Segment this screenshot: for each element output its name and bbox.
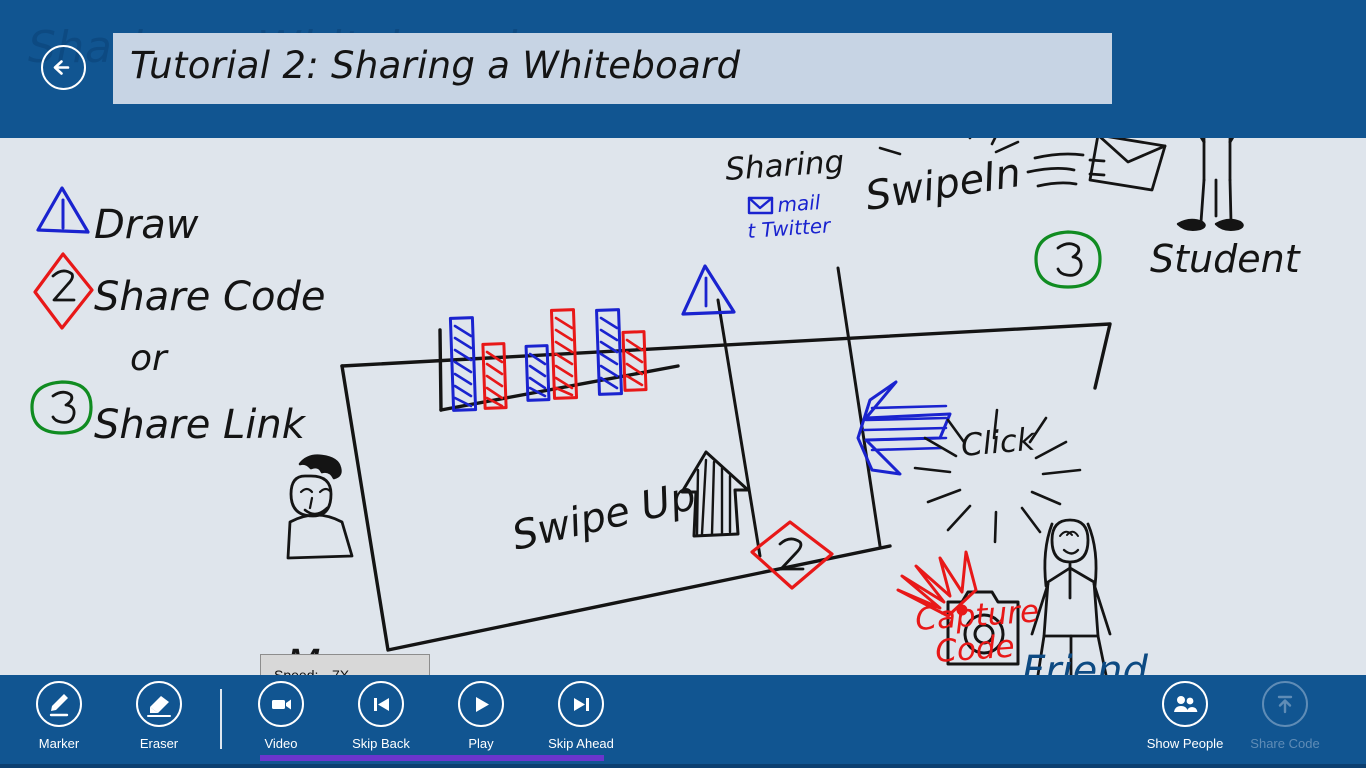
tool-show-people[interactable]: Show People (1137, 681, 1233, 751)
back-arrow-icon (53, 60, 70, 75)
whiteboard-canvas[interactable]: Draw Share Code or Share Link Sharing ma… (0, 138, 1366, 675)
playback-progress-fill (260, 755, 604, 761)
bottom-edge-strip (0, 764, 1366, 768)
step-2-label: Share Code (94, 274, 325, 320)
sharing-mail-label: mail (777, 190, 822, 217)
tool-play[interactable]: Play (433, 681, 529, 751)
skip-ahead-icon (558, 681, 604, 727)
speed-label: Speed: (274, 667, 319, 675)
tool-skip-ahead-label: Skip Ahead (548, 736, 614, 751)
tool-video-label: Video (264, 736, 298, 751)
skip-back-icon (358, 681, 404, 727)
student-label: Student (1150, 237, 1302, 281)
marker-icon (36, 681, 82, 727)
app-header: Sharing a Whiteboard Tutorial 2: Sharing… (0, 0, 1366, 138)
video-camera-icon (258, 681, 304, 727)
click-label: Click (960, 422, 1038, 464)
speed-value: 7X (332, 667, 350, 675)
sharing-twitter-label: t Twitter (747, 213, 833, 243)
tool-skip-back-label: Skip Back (352, 736, 410, 751)
play-icon (458, 681, 504, 727)
tool-video[interactable]: Video (233, 681, 329, 751)
tool-share-code[interactable]: Share Code (1237, 681, 1333, 751)
playback-progress-bar[interactable] (260, 755, 1109, 761)
speed-settings-popup[interactable]: Speed: 7X Auto Play on Open Skip Over Pa… (260, 654, 430, 675)
code-label: Code (934, 629, 1016, 670)
tool-skip-ahead[interactable]: Skip Ahead (533, 681, 629, 751)
back-button[interactable] (41, 45, 86, 90)
swipe-up-label: Swipe Up (508, 473, 700, 560)
tool-show-people-label: Show People (1146, 736, 1224, 751)
tool-play-label: Play (468, 736, 494, 751)
whiteboard-app: Draw Share Code or Share Link Sharing ma… (0, 0, 1366, 768)
whiteboard-ink-drawing: Draw Share Code or Share Link Sharing ma… (30, 138, 1302, 675)
share-upload-icon (1262, 681, 1308, 727)
tool-eraser-label: Eraser (139, 736, 179, 751)
tool-marker[interactable]: Marker (11, 681, 107, 751)
tool-eraser[interactable]: Eraser (111, 681, 207, 751)
tool-marker-label: Marker (38, 736, 80, 751)
tool-share-code-label: Share Code (1250, 736, 1320, 751)
step-or-label: or (130, 338, 169, 379)
step-3-label: Share Link (94, 402, 307, 448)
page-title: Tutorial 2: Sharing a Whiteboard (130, 44, 741, 87)
eraser-icon (136, 681, 182, 727)
tool-skip-back[interactable]: Skip Back (333, 681, 429, 751)
friend-label: Friend (1022, 648, 1149, 675)
sharing-panel-title: Sharing (724, 144, 845, 188)
swipe-in-label: SwipeIn (862, 150, 1024, 220)
toolbar-divider (220, 689, 222, 749)
step-1-label: Draw (94, 202, 199, 248)
people-icon (1162, 681, 1208, 727)
